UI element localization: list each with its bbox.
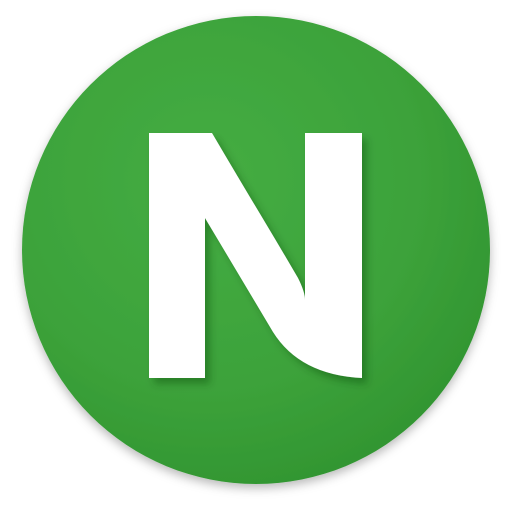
app-icon[interactable] (0, 0, 512, 512)
icon-stage (0, 0, 512, 512)
